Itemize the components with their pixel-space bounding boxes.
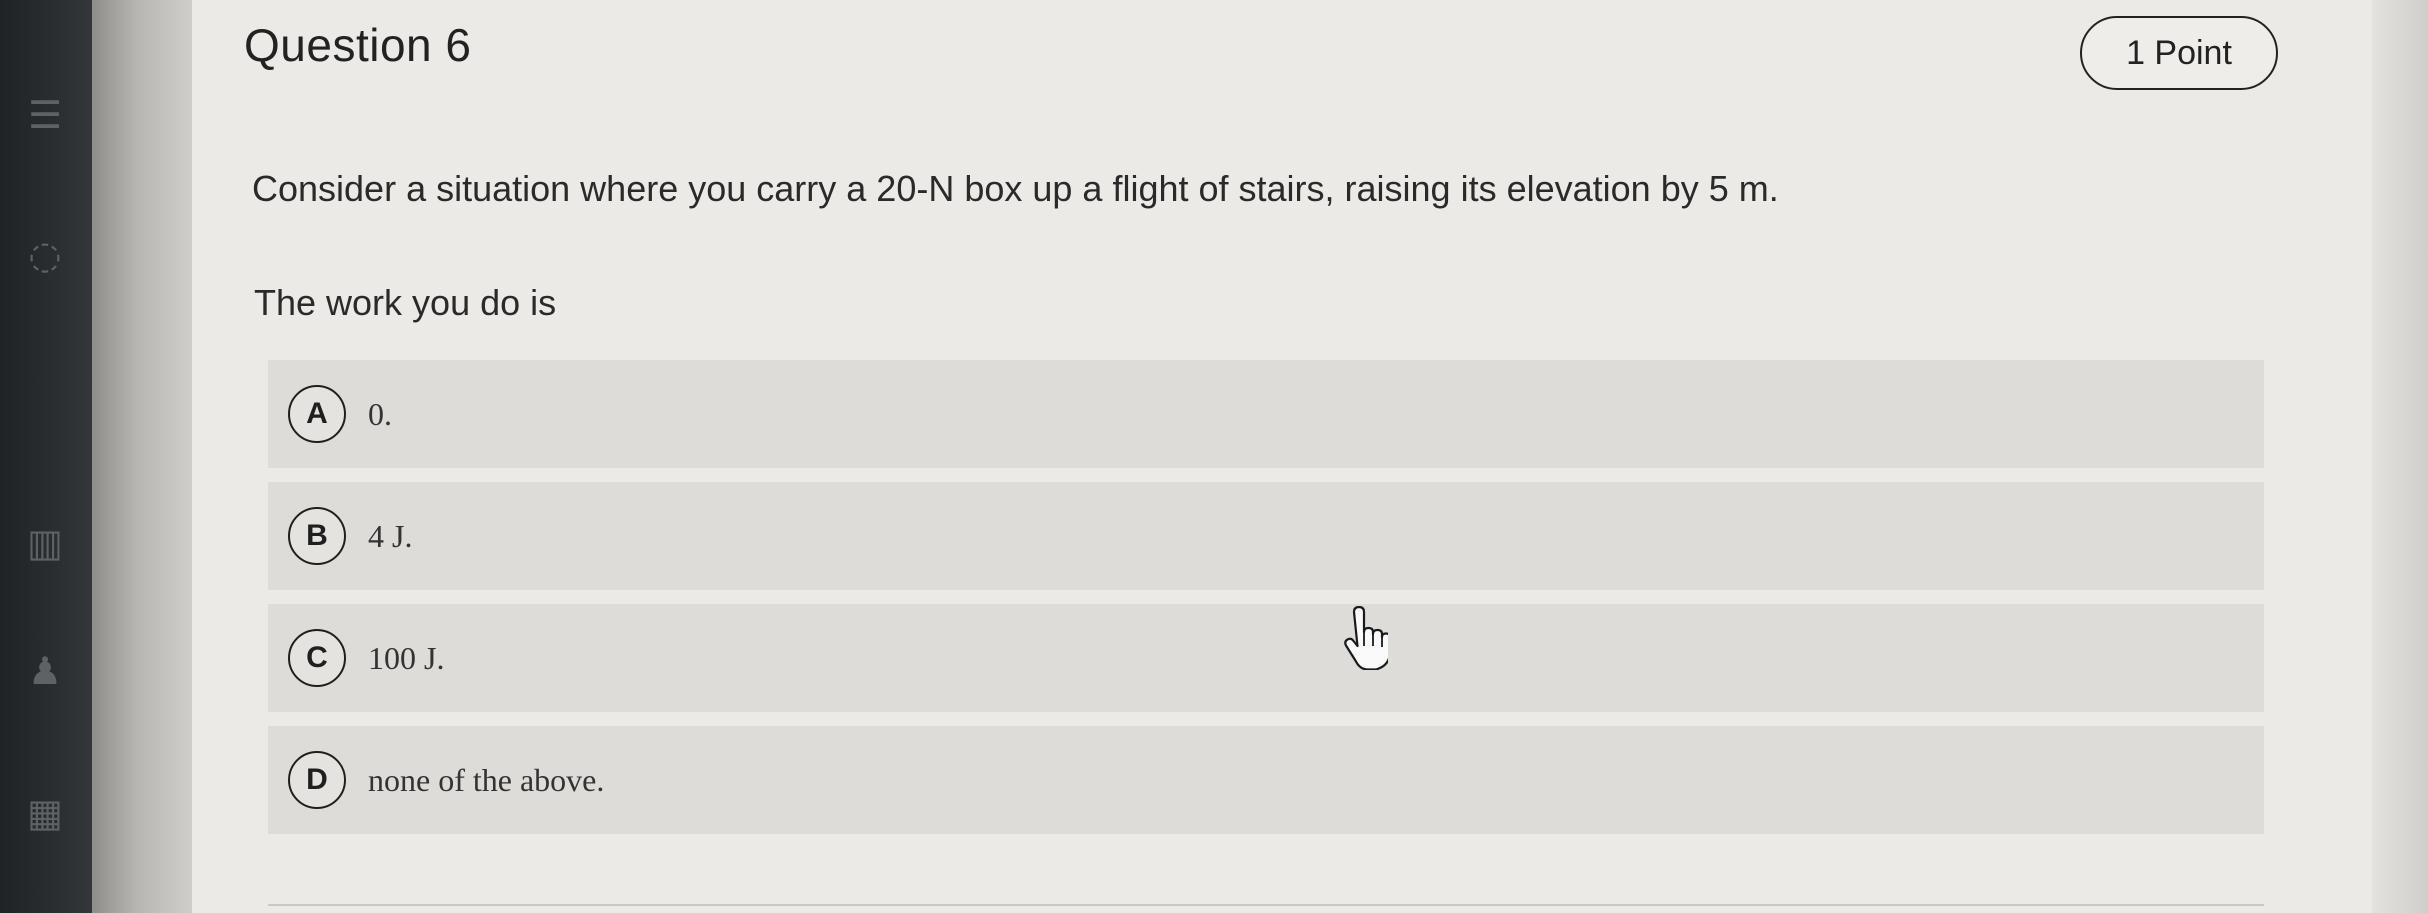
option-text: none of the above.: [368, 761, 605, 798]
sidebar-shadow: [92, 0, 192, 913]
calendar-icon[interactable]: ▦: [22, 790, 68, 836]
grid-icon[interactable]: ▥: [22, 520, 68, 566]
option-d[interactable]: D none of the above.: [268, 726, 2264, 834]
points-badge: 1 Point: [2080, 16, 2278, 90]
people-icon[interactable]: ♟: [22, 648, 68, 694]
left-sidebar: ☰ ◌ ▥ ♟ ▦: [0, 0, 92, 913]
hand-pointer-icon: [1344, 606, 1388, 670]
question-prompt: The work you do is: [254, 282, 557, 323]
divider: [268, 904, 2264, 906]
question-title: Question 6: [244, 19, 472, 71]
option-letter: C: [288, 629, 346, 687]
option-letter: D: [288, 751, 346, 809]
option-letter: B: [288, 507, 346, 565]
option-b[interactable]: B 4 J.: [268, 482, 2264, 590]
question-text: Consider a situation where you carry a 2…: [252, 168, 1779, 209]
option-letter: A: [288, 385, 346, 443]
book-icon[interactable]: ☰: [22, 92, 68, 138]
option-text: 100 J.: [368, 639, 445, 676]
option-a[interactable]: A 0.: [268, 360, 2264, 468]
option-c[interactable]: C 100 J.: [268, 604, 2264, 712]
option-text: 4 J.: [368, 517, 413, 554]
option-text: 0.: [368, 395, 392, 432]
circle-icon[interactable]: ◌: [22, 232, 68, 278]
screen: ☰ ◌ ▥ ♟ ▦ Question 6 1 Point Consider a …: [0, 0, 2428, 913]
panel-edge: [2372, 0, 2428, 913]
